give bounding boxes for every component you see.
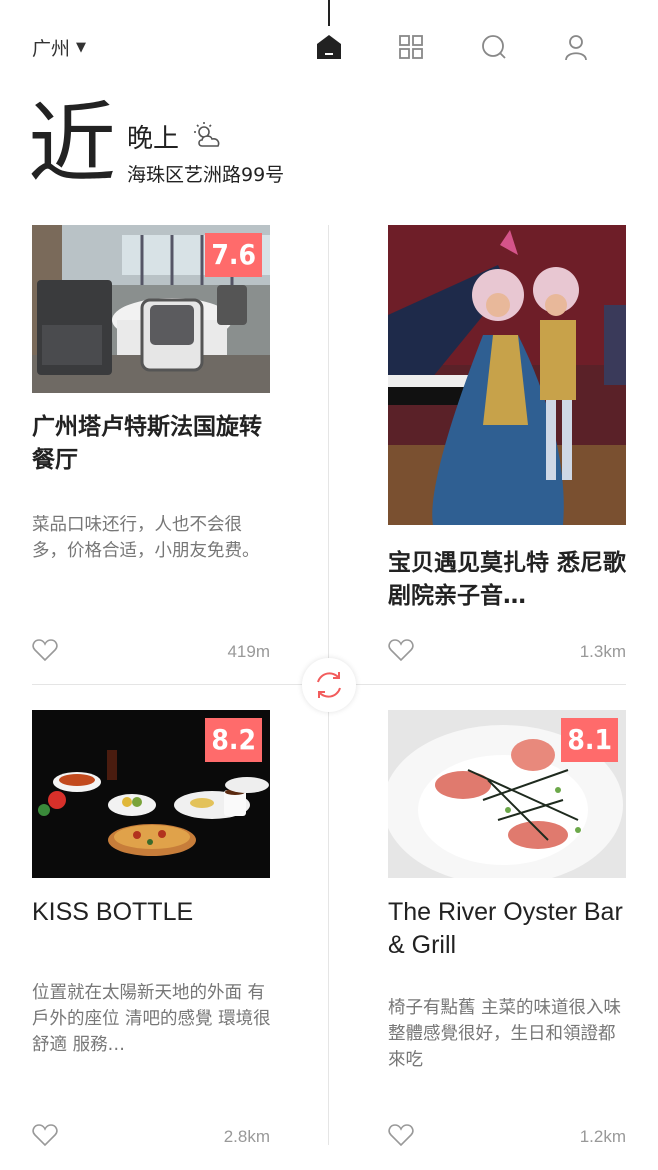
venue-title: 广州塔卢特斯法国旋转餐厅 bbox=[32, 414, 262, 473]
active-indicator bbox=[328, 0, 330, 26]
rating-badge: 7.6 bbox=[205, 233, 262, 277]
venue-description: 椅子有點舊 主菜的味道很入味 整體感覺很好，生日和領證都來吃 bbox=[388, 998, 622, 1070]
rating-badge: 8.1 bbox=[561, 718, 618, 762]
partly-cloudy-icon bbox=[192, 120, 226, 152]
city-label: 广州 bbox=[32, 38, 71, 60]
refresh-button[interactable] bbox=[302, 658, 356, 712]
venue-description: 菜品口味还行，人也不会很多，价格合适，小朋友免费。 bbox=[32, 515, 260, 561]
grid-icon[interactable] bbox=[396, 32, 426, 62]
caret-down-icon: ▼ bbox=[76, 40, 87, 55]
venue-card[interactable]: 7.6 广州塔卢特斯法国旋转餐厅 菜品口味还行，人也不会很多，价格合适，小朋友免… bbox=[32, 225, 270, 670]
location-address: 海珠区艺洲路99号 bbox=[127, 164, 285, 186]
venue-card[interactable]: 宝贝遇见莫扎特 悉尼歌剧院亲子音… 1.3km bbox=[388, 225, 626, 670]
venue-title: The River Oyster Bar & Grill bbox=[388, 898, 623, 959]
venue-title: KISS BOTTLE bbox=[32, 898, 194, 926]
venue-description: 位置就在太陽新天地的外面 有戶外的座位 清吧的感覺 環境很舒適 服務… bbox=[32, 983, 271, 1055]
time-period: 晚上 bbox=[127, 124, 180, 154]
venue-title: 宝贝遇见莫扎特 悉尼歌剧院亲子音… bbox=[388, 550, 627, 609]
heart-icon[interactable] bbox=[32, 638, 58, 662]
heart-icon[interactable] bbox=[388, 1123, 414, 1147]
home-icon[interactable] bbox=[314, 32, 344, 62]
heart-icon[interactable] bbox=[32, 1123, 58, 1147]
distance-label: 2.8km bbox=[223, 1127, 270, 1146]
venue-card[interactable]: 8.2 KISS BOTTLE 位置就在太陽新天地的外面 有戶外的座位 清吧的感… bbox=[32, 710, 271, 1160]
venue-photo bbox=[388, 225, 626, 525]
heart-icon[interactable] bbox=[388, 638, 414, 662]
refresh-icon bbox=[317, 672, 341, 698]
top-bar: 广州 ▼ bbox=[0, 0, 658, 95]
search-icon[interactable] bbox=[479, 32, 509, 62]
city-selector[interactable]: 广州 ▼ bbox=[32, 34, 86, 61]
distance-label: 1.3km bbox=[579, 642, 626, 661]
distance-label: 1.2km bbox=[579, 1127, 626, 1146]
venue-card[interactable]: 8.1 The River Oyster Bar & Grill 椅子有點舊 主… bbox=[388, 710, 626, 1160]
user-icon[interactable] bbox=[561, 32, 591, 62]
hero-char: 近 bbox=[28, 92, 117, 195]
distance-label: 419m bbox=[227, 642, 270, 661]
rating-badge: 8.2 bbox=[205, 718, 262, 762]
